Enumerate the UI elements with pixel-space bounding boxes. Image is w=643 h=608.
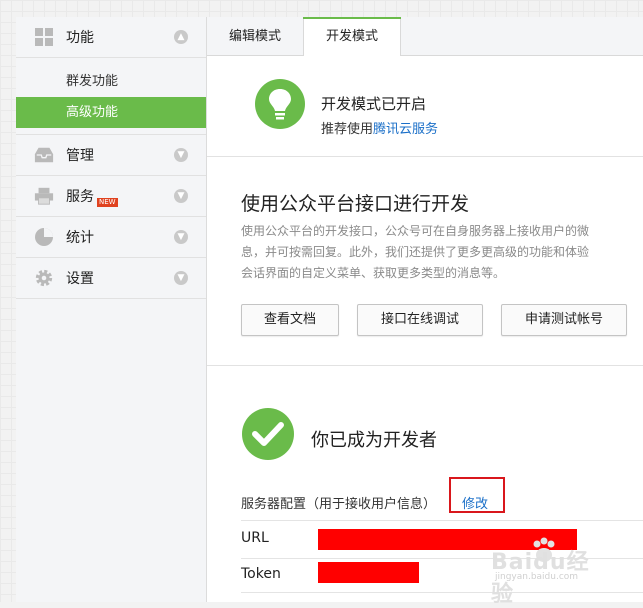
developer-title: 你已成为开发者 — [311, 430, 437, 451]
token-redaction — [318, 562, 419, 583]
description-line: 会话界面的自定义菜单、获取更多类型的消息等。 — [241, 266, 506, 280]
dev-mode-subtitle: 推荐使用腾讯云服务 — [321, 118, 438, 137]
watermark-url: jingyan.baidu.com — [495, 572, 579, 582]
sidebar-item-manage[interactable]: 管理 ▼ — [16, 135, 206, 176]
sidebar-item-features[interactable]: 功能 ▲ — [16, 17, 206, 58]
main-panel: 编辑模式 开发模式 开发模式已开启 推荐使用腾讯云服务 使用公众平台接口进行开发… — [207, 17, 643, 602]
sidebar-item-label: 功能 — [66, 30, 94, 46]
pie-chart-icon — [34, 227, 54, 247]
sidebar-subitem-advanced[interactable]: 高级功能 — [16, 97, 206, 128]
sidebar-item-label: 服务 — [66, 189, 94, 205]
sidebar-item-service[interactable]: 服务 NEW ▼ — [16, 176, 206, 217]
server-config-label: 服务器配置（用于接收用户信息） — [241, 497, 437, 512]
sidebar: 功能 ▲ 群发功能 高级功能 管理 ▼ 服务 NEW ▼ 统计 ▼ 设置 ▼ — [16, 17, 207, 602]
api-section-description: 使用公众平台的开发接口，公众号可在自身服务器上接收用户的微 息，并可按需回复。此… — [241, 221, 643, 284]
view-docs-button[interactable]: 查看文档 — [241, 304, 339, 336]
lightbulb-icon — [255, 79, 305, 129]
chevron-down-icon[interactable]: ▼ — [174, 271, 188, 285]
tab-dev-mode[interactable]: 开发模式 — [303, 17, 401, 56]
inbox-icon — [34, 145, 54, 165]
modify-link[interactable]: 修改 — [462, 493, 488, 512]
sidebar-item-label: 设置 — [66, 271, 94, 287]
sidebar-item-label: 统计 — [66, 230, 94, 246]
online-debug-button[interactable]: 接口在线调试 — [357, 304, 483, 336]
baidu-watermark: Baidu经验 jingyan.baidu.com — [457, 537, 607, 607]
sidebar-item-settings[interactable]: 设置 ▼ — [16, 258, 206, 299]
chevron-down-icon[interactable]: ▼ — [174, 189, 188, 203]
sidebar-item-label: 管理 — [66, 148, 94, 164]
divider — [241, 520, 643, 521]
gear-icon — [34, 268, 54, 288]
printer-icon — [34, 186, 54, 206]
test-account-button[interactable]: 申请测试帐号 — [501, 304, 627, 336]
checkmark-icon — [242, 408, 294, 460]
description-line: 使用公众平台的开发接口，公众号可在自身服务器上接收用户的微 — [241, 224, 590, 238]
chevron-down-icon[interactable]: ▼ — [174, 230, 188, 244]
api-section-title: 使用公众平台接口进行开发 — [241, 193, 470, 215]
grid-icon — [34, 27, 54, 47]
new-badge: NEW — [97, 197, 118, 207]
tencent-cloud-link[interactable]: 腾讯云服务 — [373, 122, 438, 137]
description-line: 息，并可按需回复。此外，我们还提供了更多更高级的功能和体验 — [241, 245, 590, 259]
dev-mode-subtitle-prefix: 推荐使用 — [321, 122, 374, 137]
sidebar-item-stats[interactable]: 统计 ▼ — [16, 217, 206, 258]
api-section: 使用公众平台接口进行开发 使用公众平台的开发接口，公众号可在自身服务器上接收用户… — [207, 157, 643, 366]
submenu-features: 群发功能 高级功能 — [16, 58, 206, 135]
sidebar-subitem-mass-send[interactable]: 群发功能 — [16, 66, 206, 97]
url-label: URL — [241, 530, 269, 546]
dev-mode-title: 开发模式已开启 — [321, 95, 427, 113]
tab-edit-mode[interactable]: 编辑模式 — [207, 17, 303, 55]
dev-mode-status: 开发模式已开启 推荐使用腾讯云服务 — [207, 56, 643, 157]
tab-bar: 编辑模式 开发模式 — [207, 17, 643, 56]
chevron-down-icon[interactable]: ▼ — [174, 148, 188, 162]
token-label: Token — [241, 566, 281, 582]
chevron-up-icon[interactable]: ▲ — [174, 30, 188, 44]
